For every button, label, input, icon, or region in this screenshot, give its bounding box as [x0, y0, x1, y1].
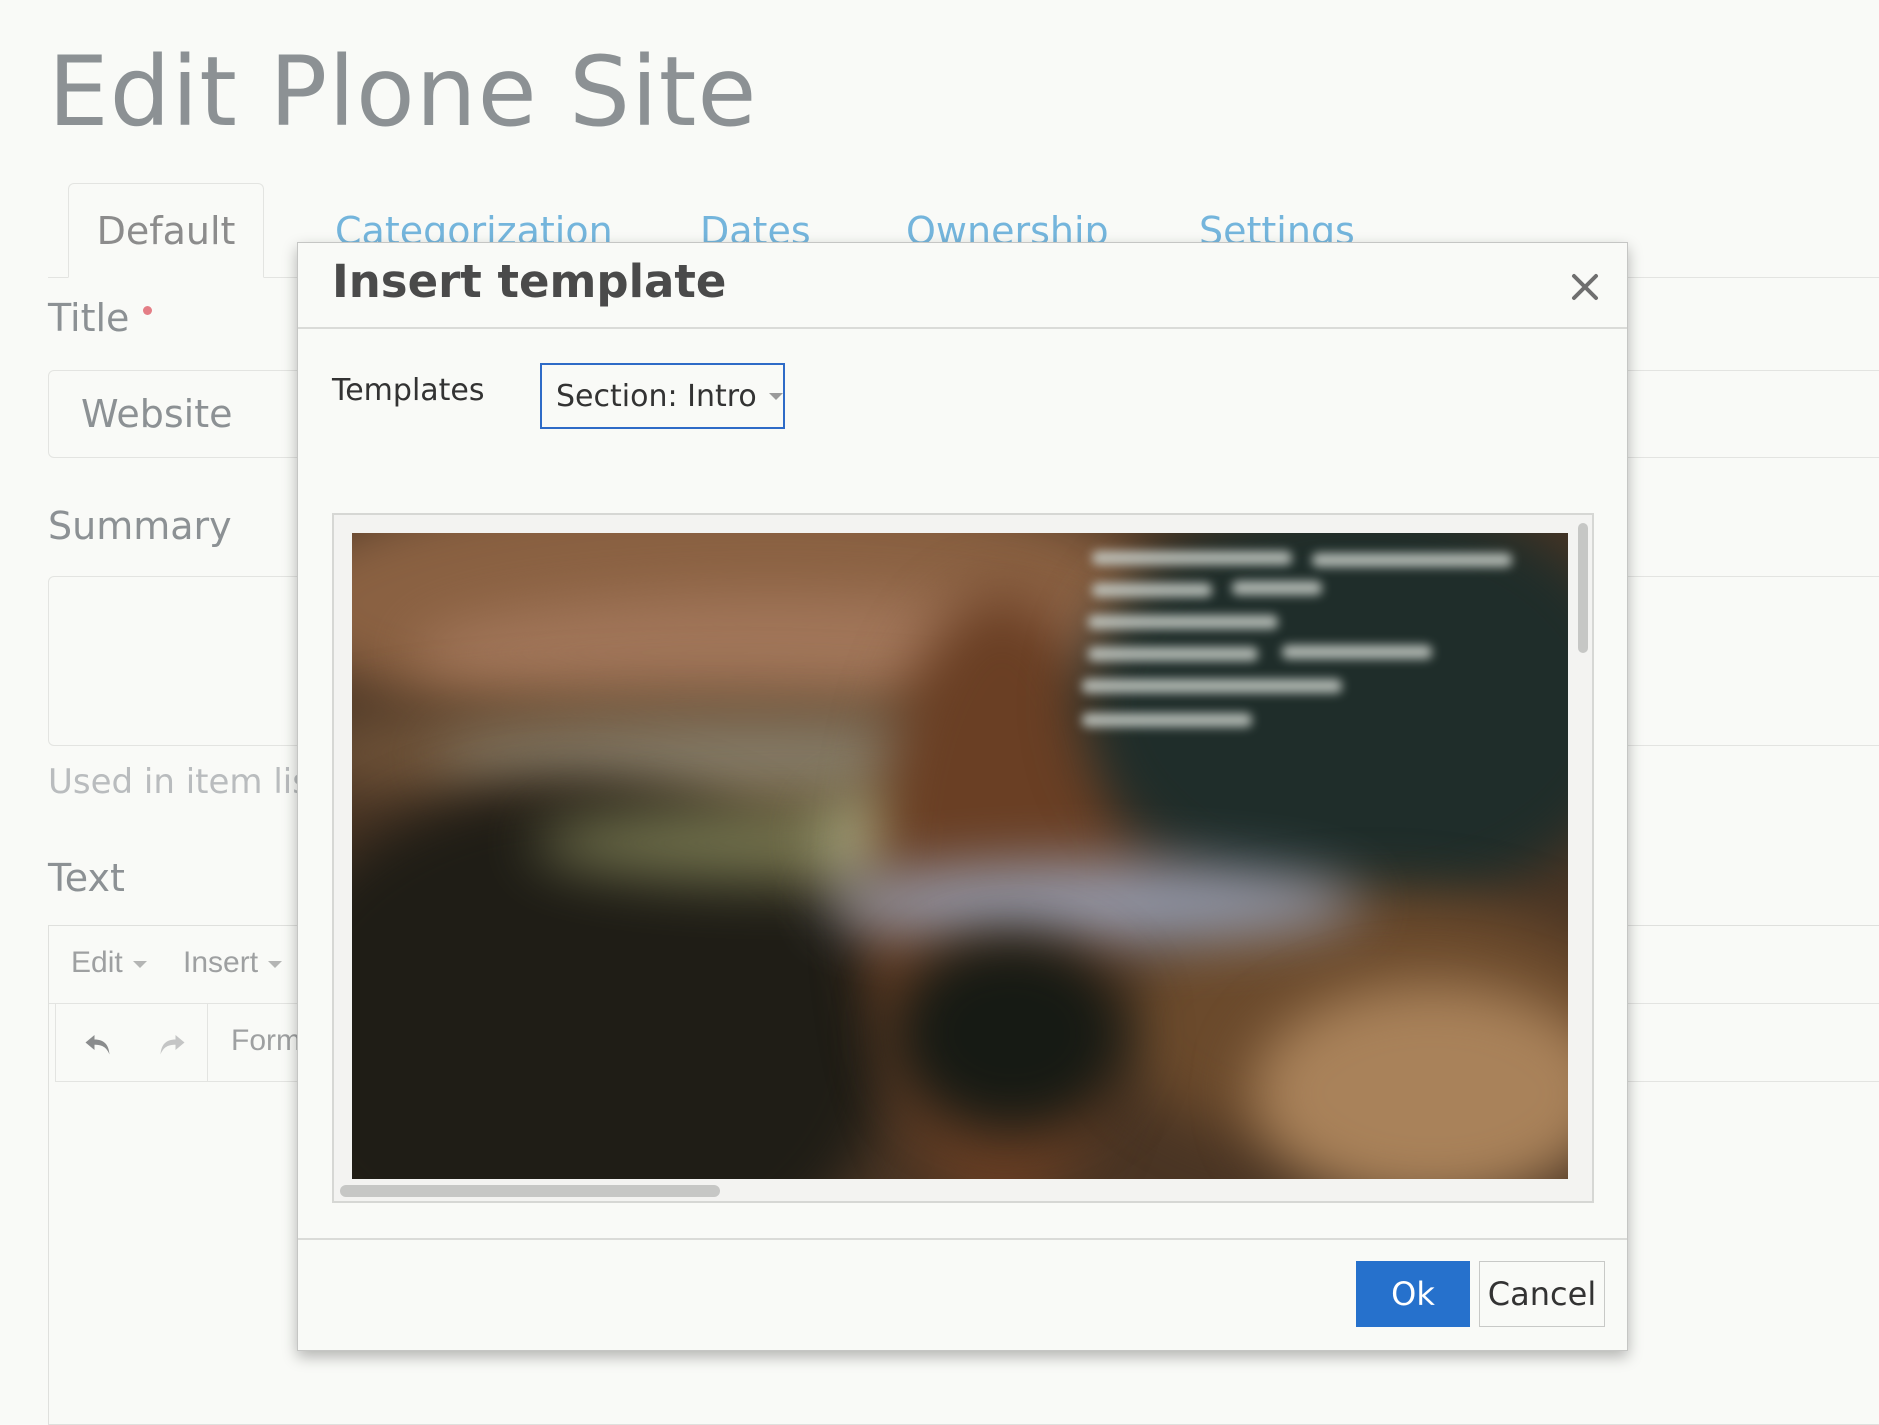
chevron-down-icon: [768, 392, 783, 400]
format-dropdown[interactable]: Form: [231, 1024, 301, 1058]
template-select-value: Section: Intro: [556, 378, 757, 414]
template-preview-frame[interactable]: [332, 513, 1594, 1203]
title-label-text: Title: [48, 296, 130, 340]
ok-button[interactable]: Ok: [1356, 1261, 1470, 1327]
dialog-title: Insert template: [332, 255, 727, 308]
undo-icon: [85, 1035, 110, 1055]
dialog-footer-divider: [298, 1238, 1627, 1240]
cancel-button[interactable]: Cancel: [1479, 1261, 1605, 1327]
preview-horizontal-scrollbar[interactable]: [340, 1185, 720, 1197]
menu-edit-label: Edit: [71, 946, 123, 979]
chevron-down-icon: [268, 960, 283, 968]
title-field-label: Title: [48, 296, 153, 340]
chevron-down-icon: [132, 960, 147, 968]
menu-insert[interactable]: Insert: [183, 946, 283, 980]
template-preview-image: [352, 533, 1568, 1179]
text-field-label: Text: [48, 856, 125, 900]
menu-insert-label: Insert: [183, 946, 259, 979]
summary-field-label: Summary: [48, 504, 232, 548]
template-select[interactable]: Section: Intro: [540, 363, 785, 429]
tab-default[interactable]: Default: [68, 183, 264, 278]
undo-button[interactable]: [71, 1016, 127, 1072]
insert-template-dialog: Insert template Templates Section: Intro: [297, 242, 1628, 1351]
preview-vertical-scrollbar[interactable]: [1578, 523, 1588, 653]
page-title: Edit Plone Site: [48, 36, 758, 148]
summary-help-text: Used in item list: [48, 762, 324, 802]
templates-label: Templates: [332, 373, 485, 408]
toolbar-divider: [55, 1004, 56, 1082]
redo-button[interactable]: [143, 1016, 199, 1072]
close-icon: [1572, 274, 1598, 300]
dialog-header: Insert template: [298, 243, 1627, 329]
required-indicator: [143, 306, 153, 315]
redo-icon: [160, 1035, 185, 1055]
menu-edit[interactable]: Edit: [71, 946, 147, 980]
close-button[interactable]: [1565, 267, 1605, 307]
toolbar-divider: [207, 1004, 208, 1082]
